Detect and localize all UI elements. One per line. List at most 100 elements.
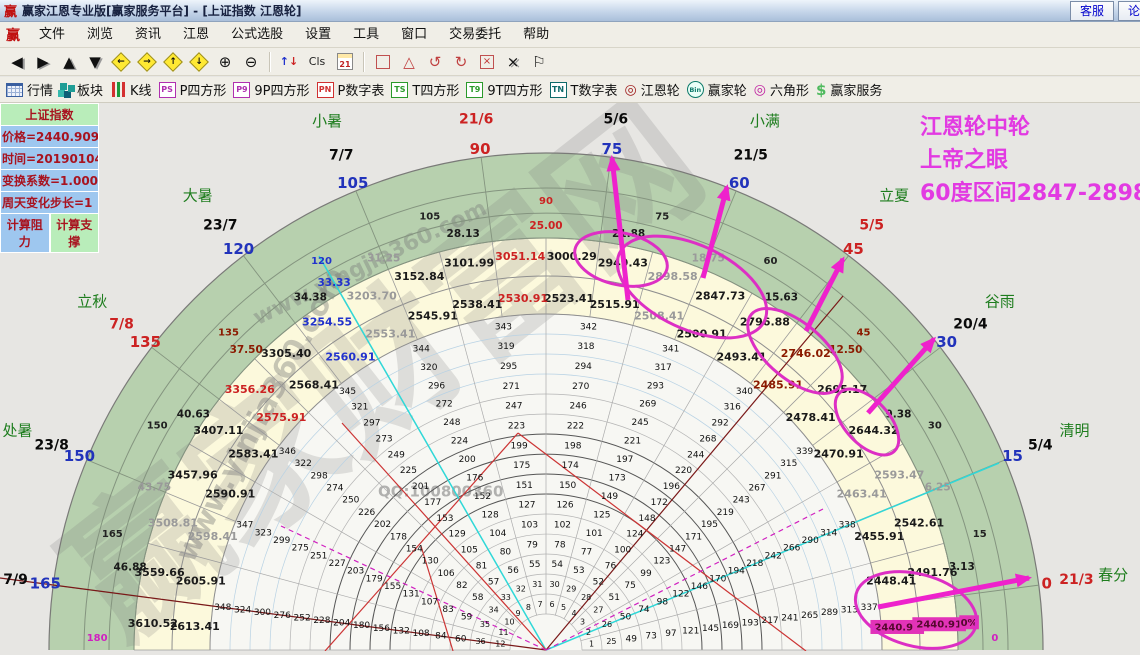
svg-text:2463.41: 2463.41 <box>837 487 887 500</box>
ribbon-item-行情[interactable]: 行情 <box>6 80 53 99</box>
forward-icon[interactable]: ▶ <box>32 51 54 73</box>
calendar-icon[interactable]: 21 <box>334 51 356 73</box>
menu-item-浏览[interactable]: 浏览 <box>76 22 124 47</box>
svg-text:265: 265 <box>801 611 818 621</box>
move-cross-icon[interactable]: × <box>502 51 524 73</box>
diamond-right-icon[interactable]: → <box>136 51 158 73</box>
svg-text:243: 243 <box>733 496 750 506</box>
menu-item-江恩[interactable]: 江恩 <box>172 22 220 47</box>
ribbon-item-9T四方形[interactable]: T9 9T四方形 <box>466 80 543 99</box>
svg-text:75: 75 <box>624 581 635 591</box>
square-icon[interactable] <box>372 51 394 73</box>
gann-wheel-chart: 赢家财富网 www.yinjia360.com www.yingjia360.com… <box>0 72 1140 655</box>
svg-text:294: 294 <box>575 362 592 372</box>
svg-text:立秋: 立秋 <box>77 292 107 310</box>
x-box-icon[interactable]: × <box>476 51 498 73</box>
svg-text:135: 135 <box>218 328 239 339</box>
menu-item-文件[interactable]: 文件 <box>28 22 76 47</box>
ribbon-item-9P四方形[interactable]: P9 9P四方形 <box>233 80 310 99</box>
cls-icon[interactable]: Cls <box>304 51 330 73</box>
svg-text:297: 297 <box>363 419 380 429</box>
svg-text:37.50: 37.50 <box>230 344 263 356</box>
svg-text:344: 344 <box>413 344 430 354</box>
svg-text:101: 101 <box>586 529 603 539</box>
ribbon-item-P四方形[interactable]: PS P四方形 <box>158 80 226 99</box>
svg-text:立夏: 立夏 <box>879 187 909 205</box>
pennant-down-icon[interactable]: ▼ <box>84 51 106 73</box>
menu-item-资讯[interactable]: 资讯 <box>124 22 172 47</box>
menu-item-工具[interactable]: 工具 <box>342 22 390 47</box>
menu-item-帮助[interactable]: 帮助 <box>512 22 560 47</box>
box-p9-icon: P9 <box>233 81 251 98</box>
svg-text:20/4: 20/4 <box>953 316 988 332</box>
flag-icon[interactable]: ⚐ <box>528 51 550 73</box>
calendar-glyph: 21 <box>337 53 353 70</box>
svg-text:2470.91: 2470.91 <box>814 447 864 460</box>
ribbon-item-T四方形[interactable]: TS T四方形 <box>391 80 459 99</box>
svg-text:270: 270 <box>572 382 589 392</box>
forum-button[interactable]: 论坛 <box>1117 1 1140 21</box>
diamond-down-icon[interactable]: ↓ <box>188 51 210 73</box>
svg-text:82: 82 <box>456 581 467 591</box>
svg-text:上帝之眼: 上帝之眼 <box>920 147 1008 173</box>
menu-item-公式选股[interactable]: 公式选股 <box>220 22 294 47</box>
svg-text:272: 272 <box>436 400 453 410</box>
ribbon-item-板块[interactable]: 板块 <box>60 80 103 99</box>
target-bin-icon: Bin <box>686 81 704 98</box>
svg-text:201: 201 <box>412 482 429 492</box>
triangle-icon[interactable]: △ <box>398 51 420 73</box>
customer-service-button[interactable]: 客服 <box>1069 1 1114 21</box>
ribbon-item-赢家轮[interactable]: Bin 赢家轮 <box>686 80 747 99</box>
svg-text:小暑: 小暑 <box>312 112 342 130</box>
svg-text:74: 74 <box>638 605 650 615</box>
calc-support-button[interactable]: 计算支撑 <box>49 214 99 253</box>
target-red-icon: ◎ <box>624 81 637 98</box>
menu-item-交易委托[interactable]: 交易委托 <box>438 22 512 47</box>
svg-text:31: 31 <box>532 580 542 589</box>
ribbon-item-T数字表[interactable]: TN T数字表 <box>549 80 618 99</box>
svg-text:251: 251 <box>310 551 327 561</box>
svg-text:129: 129 <box>449 530 466 540</box>
ribbon-label: 赢家轮 <box>707 84 747 99</box>
svg-text:27: 27 <box>593 605 603 614</box>
svg-text:2605.91: 2605.91 <box>176 574 226 587</box>
svg-text:151: 151 <box>516 481 533 491</box>
svg-text:50: 50 <box>620 613 632 623</box>
svg-text:292: 292 <box>712 419 729 429</box>
svg-text:5/6: 5/6 <box>604 112 629 128</box>
rotate-ccw-icon[interactable]: ↺ <box>424 51 446 73</box>
svg-text:3000.29: 3000.29 <box>547 250 597 263</box>
quote-info-panel: 上证指数 价格=2440.9099时间=20190104变换系数=1.00000… <box>0 103 99 253</box>
svg-text:46.88: 46.88 <box>114 561 147 573</box>
zoom-in-icon[interactable]: ⊕ <box>214 51 236 73</box>
svg-text:26: 26 <box>602 620 612 629</box>
menu-item-窗口[interactable]: 窗口 <box>390 22 438 47</box>
svg-text:60: 60 <box>764 256 778 267</box>
svg-text:36: 36 <box>475 637 485 646</box>
svg-text:5/5: 5/5 <box>859 218 884 234</box>
t-updown-icon[interactable]: ↑↓ <box>278 51 300 73</box>
zoom-out-icon[interactable]: ⊖ <box>240 51 262 73</box>
svg-text:197: 197 <box>616 455 633 465</box>
ribbon-item-六角形[interactable]: ◎ 六角形 <box>754 80 809 100</box>
ribbon-item-K线[interactable]: K线 <box>110 80 152 99</box>
svg-text:谷雨: 谷雨 <box>985 292 1015 310</box>
svg-text:2847.73: 2847.73 <box>695 290 745 303</box>
back-icon[interactable]: ◀ <box>6 51 28 73</box>
svg-text:339: 339 <box>796 447 813 457</box>
svg-text:15: 15 <box>973 529 987 540</box>
ribbon-item-江恩轮[interactable]: ◎ 江恩轮 <box>624 80 680 100</box>
calc-resistance-button[interactable]: 计算阻力 <box>0 214 50 253</box>
svg-text:316: 316 <box>724 403 741 413</box>
svg-text:33.33: 33.33 <box>317 277 350 289</box>
svg-text:3101.99: 3101.99 <box>444 257 494 270</box>
menu-item-设置[interactable]: 设置 <box>294 22 342 47</box>
rotate-cw-icon[interactable]: ↻ <box>450 51 472 73</box>
pennant-up-icon[interactable]: ▲ <box>58 51 80 73</box>
svg-text:30: 30 <box>936 333 957 351</box>
diamond-left-icon[interactable]: ← <box>110 51 132 73</box>
ribbon-item-P数字表[interactable]: PN P数字表 <box>316 80 384 99</box>
diamond-up-icon[interactable]: ↑ <box>162 51 184 73</box>
ribbon-item-赢家服务[interactable]: $ 赢家服务 <box>816 80 882 100</box>
svg-text:58: 58 <box>472 593 484 603</box>
